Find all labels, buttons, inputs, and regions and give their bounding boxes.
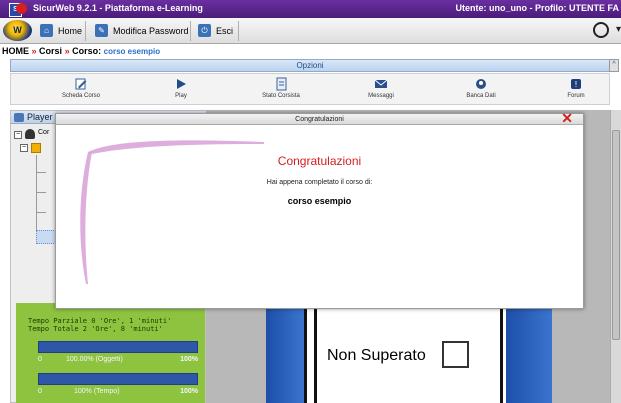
menu-play[interactable]: Play — [146, 77, 216, 99]
breadcrumb-home[interactable]: HOME — [2, 46, 29, 56]
home-button[interactable]: ⌂ Home — [40, 23, 82, 38]
breadcrumb-course-label: Corso: — [72, 46, 102, 56]
menu-banca-dati[interactable]: Banca Dati — [446, 77, 516, 99]
user-info: Utente: uno_uno - Profilo: UTENTE FA — [455, 3, 620, 13]
decorative-stripe — [506, 308, 552, 403]
tree-connector — [36, 172, 46, 173]
svg-text:!: ! — [574, 80, 577, 89]
toolbar-divider — [190, 21, 191, 41]
change-password-button[interactable]: ✎ Modifica Password — [95, 23, 189, 38]
menu-label: Stato Corsista — [262, 93, 300, 99]
play-icon — [177, 79, 186, 89]
scrollbar-thumb[interactable] — [612, 130, 620, 340]
dialog-title: Congratulazioni — [295, 116, 344, 123]
decorative-line — [314, 308, 317, 403]
user-icon — [25, 129, 35, 139]
key-icon: ✎ — [95, 24, 108, 37]
menu-messaggi[interactable]: Messaggi — [346, 77, 416, 99]
breadcrumb-separator: » — [31, 46, 37, 56]
progress-end: 100% — [180, 356, 198, 363]
home-icon: ⌂ — [40, 24, 53, 37]
menu-label: Banca Dati — [466, 93, 496, 99]
database-icon — [476, 79, 486, 89]
progress-end: 100% — [180, 388, 198, 395]
tree-connector — [36, 212, 46, 213]
change-password-label: Modifica Password — [113, 25, 189, 36]
progress-center: 100% (Tempo) — [74, 388, 120, 395]
logo-dot-icon — [16, 3, 27, 14]
tree-connector — [36, 192, 46, 193]
tree-connector — [36, 155, 37, 235]
time-progress-bar — [38, 373, 198, 385]
result-checkbox — [442, 341, 469, 368]
options-header: Opzioni ^ — [10, 59, 619, 72]
breadcrumb-separator: » — [64, 46, 70, 56]
menu-label: Scheda Corso — [61, 93, 101, 99]
dialog-title-bar: Congratulazioni ✕ — [56, 111, 583, 125]
logout-label: Esci — [216, 25, 234, 36]
app-logo: S — [9, 3, 27, 17]
folder-icon — [31, 143, 41, 153]
breadcrumb-courses[interactable]: Corsi — [39, 46, 62, 56]
options-title: Opzioni — [296, 61, 324, 70]
vertical-scrollbar[interactable] — [610, 110, 621, 403]
total-time: Tempo Totale 2 'Ore', 8 'minuti' — [28, 325, 163, 333]
menu-scheda-corso[interactable]: Scheda Corso — [46, 77, 116, 99]
chat-icon[interactable] — [593, 22, 609, 38]
dialog-heading: Congratulazioni — [277, 154, 362, 168]
menu-label: Messaggi — [368, 93, 394, 99]
tree-collapse-toggle[interactable]: − — [20, 144, 28, 152]
decorative-line — [304, 308, 307, 403]
menu-label: Forum — [567, 93, 585, 99]
player-icon — [14, 113, 24, 122]
menu-forum[interactable]: ! Forum — [541, 77, 611, 99]
edit-icon — [75, 78, 87, 90]
toolbar-divider — [85, 21, 86, 41]
menu-label: Play — [175, 93, 187, 99]
progress-start: 0 — [38, 356, 42, 363]
progress-stats-panel: Tempo Parziale 0 'Ore', 1 'minuti' Tempo… — [16, 303, 205, 403]
breadcrumb-current: corso esempio — [103, 47, 161, 56]
player-title: Player — [27, 112, 53, 122]
collapse-button[interactable]: ^ — [609, 59, 619, 72]
result-area: Non Superato — [266, 308, 552, 403]
app-title: SicurWeb 9.2.1 - Piattaforma e-Learning — [33, 3, 203, 13]
chevron-down-icon[interactable]: ▾ — [616, 24, 621, 35]
home-label: Home — [58, 25, 83, 36]
dialog-course-name: corso esempio — [287, 196, 352, 206]
result-status: Non Superato — [327, 347, 426, 364]
breadcrumb: HOME » Corsi » Corso: corso esempio — [0, 45, 621, 57]
power-icon: ⏻ — [198, 24, 211, 37]
toolbar-divider — [238, 21, 239, 41]
dialog-message: Hai appena completato il corso di: — [266, 179, 373, 186]
tree-collapse-toggle[interactable]: − — [14, 131, 22, 139]
decorative-stripe — [266, 308, 304, 403]
envelope-icon — [374, 79, 388, 88]
logout-button[interactable]: ⏻ Esci — [198, 23, 233, 38]
progress-center: 100.00% (Oggetti) — [66, 356, 123, 363]
options-menu: Scheda Corso Play Stato Corsista Messagg… — [10, 73, 610, 105]
tree-root-label: Cor — [38, 129, 50, 136]
decorative-line — [500, 308, 503, 403]
menu-stato-corsista[interactable]: Stato Corsista — [246, 77, 316, 99]
forum-icon: ! — [571, 79, 581, 89]
title-bar: S SicurWeb 9.2.1 - Piattaforma e-Learnin… — [0, 0, 621, 18]
progress-start: 0 — [38, 388, 42, 395]
objects-progress-bar — [38, 341, 198, 353]
document-icon — [276, 77, 287, 91]
secondary-logo: W — [3, 20, 32, 41]
partial-time: Tempo Parziale 0 'Ore', 1 'minuti' — [28, 317, 172, 325]
toolbar: W ⌂ Home ✎ Modifica Password ⏻ Esci ▾ — [0, 18, 621, 44]
congratulations-dialog: Congratulazioni ✕ Congratulazioni Hai ap… — [55, 111, 584, 309]
close-icon[interactable]: ✕ — [561, 111, 573, 125]
